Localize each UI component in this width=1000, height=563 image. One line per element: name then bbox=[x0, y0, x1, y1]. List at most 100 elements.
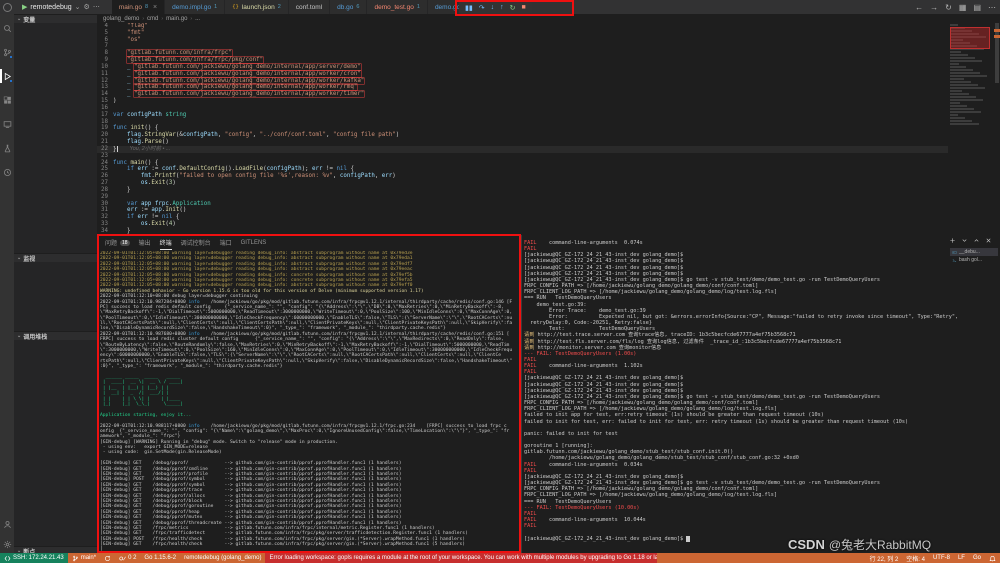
section-变量[interactable]: ⌄变量 bbox=[14, 14, 97, 23]
braces-icon: {} bbox=[232, 4, 239, 10]
close-icon[interactable]: × bbox=[153, 4, 157, 11]
breadcrumb-item[interactable]: cmd bbox=[147, 16, 158, 22]
extensions-icon bbox=[3, 96, 12, 105]
terminal-list-item[interactable]: __debu... bbox=[950, 248, 998, 256]
status-workspace-error[interactable]: Error loading workspace: gopls requires … bbox=[265, 553, 657, 563]
activity-settings-gear[interactable] bbox=[0, 536, 14, 552]
terminal-list-item[interactable]: bash gol... bbox=[950, 256, 998, 264]
minimap[interactable] bbox=[948, 23, 994, 235]
status-language-mode[interactable]: Go bbox=[969, 553, 985, 563]
activity-account[interactable] bbox=[0, 516, 14, 532]
chevron-down-icon[interactable]: ⌄ bbox=[75, 3, 81, 11]
status-label: 空格: 4 bbox=[906, 554, 925, 563]
chevron-up-icon[interactable] bbox=[973, 237, 980, 244]
terminal-debug-output[interactable]: 2022-09-01T01:12:05+08:00 warning layer=… bbox=[100, 251, 512, 553]
terminal-label: bash gol... bbox=[959, 257, 982, 263]
tab-db.go[interactable]: db.go6 bbox=[330, 0, 367, 14]
step-over-icon[interactable]: ↷ bbox=[479, 4, 485, 12]
chevron-down-icon[interactable] bbox=[961, 237, 968, 244]
code-line-9: 9 "gitlab.futunn.com/infra/frpc/pkg/conf… bbox=[97, 57, 948, 64]
breadcrumb-item[interactable]: ... bbox=[195, 16, 200, 22]
tab-bar: main.go8×demo.impl.go1{}launch.json2conf… bbox=[112, 0, 468, 14]
step-out-icon[interactable]: ↑ bbox=[500, 4, 504, 11]
chevron-down-icon: ⌄ bbox=[17, 255, 21, 261]
section-监视[interactable]: ⌄监视 bbox=[14, 253, 97, 262]
breadcrumb-item[interactable]: main.go bbox=[166, 16, 187, 22]
tab-label: demo_test.go bbox=[374, 4, 413, 11]
git-blame-annotation: You, 2小时前 • ... bbox=[118, 146, 171, 153]
tab-demo_test.go[interactable]: demo_test.go1 bbox=[367, 0, 427, 14]
panel-tab-问题[interactable]: 问题18 bbox=[105, 235, 130, 250]
panel-tab-输出[interactable]: 输出 bbox=[139, 235, 151, 250]
history-icon[interactable]: ↻ bbox=[945, 3, 952, 12]
section-调用堆栈[interactable]: ⌄调用堆栈 bbox=[14, 331, 97, 340]
tab-conf.toml[interactable]: conf.toml bbox=[289, 0, 330, 14]
panel-tab-label: GITLENS bbox=[241, 240, 267, 246]
terminal-test-output[interactable]: FAIL command-line-arguments 0.074sFAIL[j… bbox=[524, 240, 1000, 553]
status-debug-session[interactable]: remotedebug (golang_demo) bbox=[180, 553, 265, 563]
tab-demo.impl.go[interactable]: demo.impl.go1 bbox=[165, 0, 225, 14]
status-label: remotedebug (golang_demo) bbox=[184, 555, 261, 561]
sync-icon bbox=[104, 555, 111, 562]
tab-main.go[interactable]: main.go8× bbox=[112, 0, 165, 14]
status-go-version[interactable]: Go 1.15.6-2 bbox=[140, 553, 180, 563]
split-editor-icon[interactable]: ▦ bbox=[959, 3, 967, 12]
more-icon[interactable]: ⋯ bbox=[988, 3, 996, 12]
stop-icon[interactable]: ■ bbox=[521, 4, 525, 11]
status-cursor-position[interactable]: 行 22, 列 2 bbox=[866, 553, 903, 563]
activity-remote-explorer[interactable] bbox=[0, 116, 14, 132]
debug-config-label[interactable]: remotedebug bbox=[30, 4, 71, 11]
panel-tab-端口[interactable]: 端口 bbox=[220, 235, 232, 250]
status-sync[interactable] bbox=[100, 553, 115, 563]
activity-run-debug[interactable] bbox=[0, 68, 14, 84]
csdn-logo: CSDN bbox=[788, 537, 825, 552]
panel-tab-label: 输出 bbox=[139, 238, 151, 247]
code-line-6: 6 "os" bbox=[97, 37, 948, 44]
editor-scrollbar[interactable] bbox=[994, 23, 1000, 235]
bell-icon bbox=[989, 555, 996, 562]
code-editor[interactable]: 4 "flag"5 "fmt"6 "os"78 "gitlab.futunn.c… bbox=[97, 23, 948, 235]
status-notifications[interactable] bbox=[985, 553, 1000, 563]
panel-tab-终端[interactable]: 终端 bbox=[160, 235, 172, 250]
more-icon[interactable]: ⋯ bbox=[93, 3, 100, 11]
start-debug-icon[interactable]: ▶ bbox=[22, 3, 27, 11]
activity-source-control[interactable] bbox=[0, 44, 14, 60]
step-into-icon[interactable]: ↓ bbox=[491, 4, 495, 11]
breadcrumb-item[interactable]: golang_demo bbox=[103, 16, 139, 22]
code-line-18: 18 bbox=[97, 119, 948, 126]
debug-sidebar: ⌄变量⌄监视⌄调用堆栈⌄断点 bbox=[14, 14, 97, 553]
debug-config-picker[interactable]: ▶ remotedebug ⌄ ⚙ ⋯ bbox=[18, 0, 104, 14]
tab-launch.json[interactable]: {}launch.json2 bbox=[225, 0, 289, 14]
activity-extensions[interactable] bbox=[0, 92, 14, 108]
activity-search[interactable] bbox=[0, 20, 14, 36]
code-line-14: 14 _ "gitlab.futunn.com/jackiewu/golang_… bbox=[97, 91, 948, 98]
status-label: UTF-8 bbox=[933, 555, 950, 561]
pause-icon[interactable]: ▮▮ bbox=[465, 4, 473, 12]
panel-tab-GITLENS[interactable]: GITLENS bbox=[241, 235, 267, 250]
status-remote[interactable]: SSH: 172.24.21.43 bbox=[0, 553, 68, 563]
status-git-branch[interactable]: main* bbox=[68, 553, 100, 563]
status-encoding[interactable]: UTF-8 bbox=[929, 553, 954, 563]
code-line-32: 32 if err != nil { bbox=[97, 214, 948, 221]
code-line-26: 26 fmt.Printf("failed to open config fil… bbox=[97, 173, 948, 180]
panel-divider[interactable] bbox=[521, 235, 522, 553]
tab-problem-badge: 8 bbox=[145, 4, 148, 10]
layout-icon[interactable]: ▤ bbox=[973, 3, 981, 12]
status-label: 行 22, 列 2 bbox=[870, 554, 899, 563]
panel-tab-调试控制台[interactable]: 调试控制台 bbox=[181, 235, 211, 250]
activity-testing[interactable] bbox=[0, 140, 14, 156]
status-label: main* bbox=[81, 555, 96, 561]
restart-icon[interactable]: ↻ bbox=[510, 4, 516, 12]
plus-icon[interactable] bbox=[949, 237, 956, 244]
settings-gear-icon[interactable]: ⚙ bbox=[84, 3, 90, 11]
activity-timeline[interactable] bbox=[0, 164, 14, 180]
status-left: SSH: 172.24.21.43 main* 0 2Go 1.15.6-2 remo… bbox=[0, 553, 657, 563]
status-problems[interactable]: 0 2 bbox=[115, 553, 140, 563]
status-eol[interactable]: LF bbox=[954, 553, 969, 563]
close-icon[interactable] bbox=[985, 237, 992, 244]
scrollbar-thumb[interactable] bbox=[995, 23, 999, 83]
forward-icon[interactable]: → bbox=[930, 3, 938, 12]
status-indentation[interactable]: 空格: 4 bbox=[902, 553, 929, 563]
back-icon[interactable]: ← bbox=[915, 3, 923, 12]
code-line-16: 16 bbox=[97, 105, 948, 112]
